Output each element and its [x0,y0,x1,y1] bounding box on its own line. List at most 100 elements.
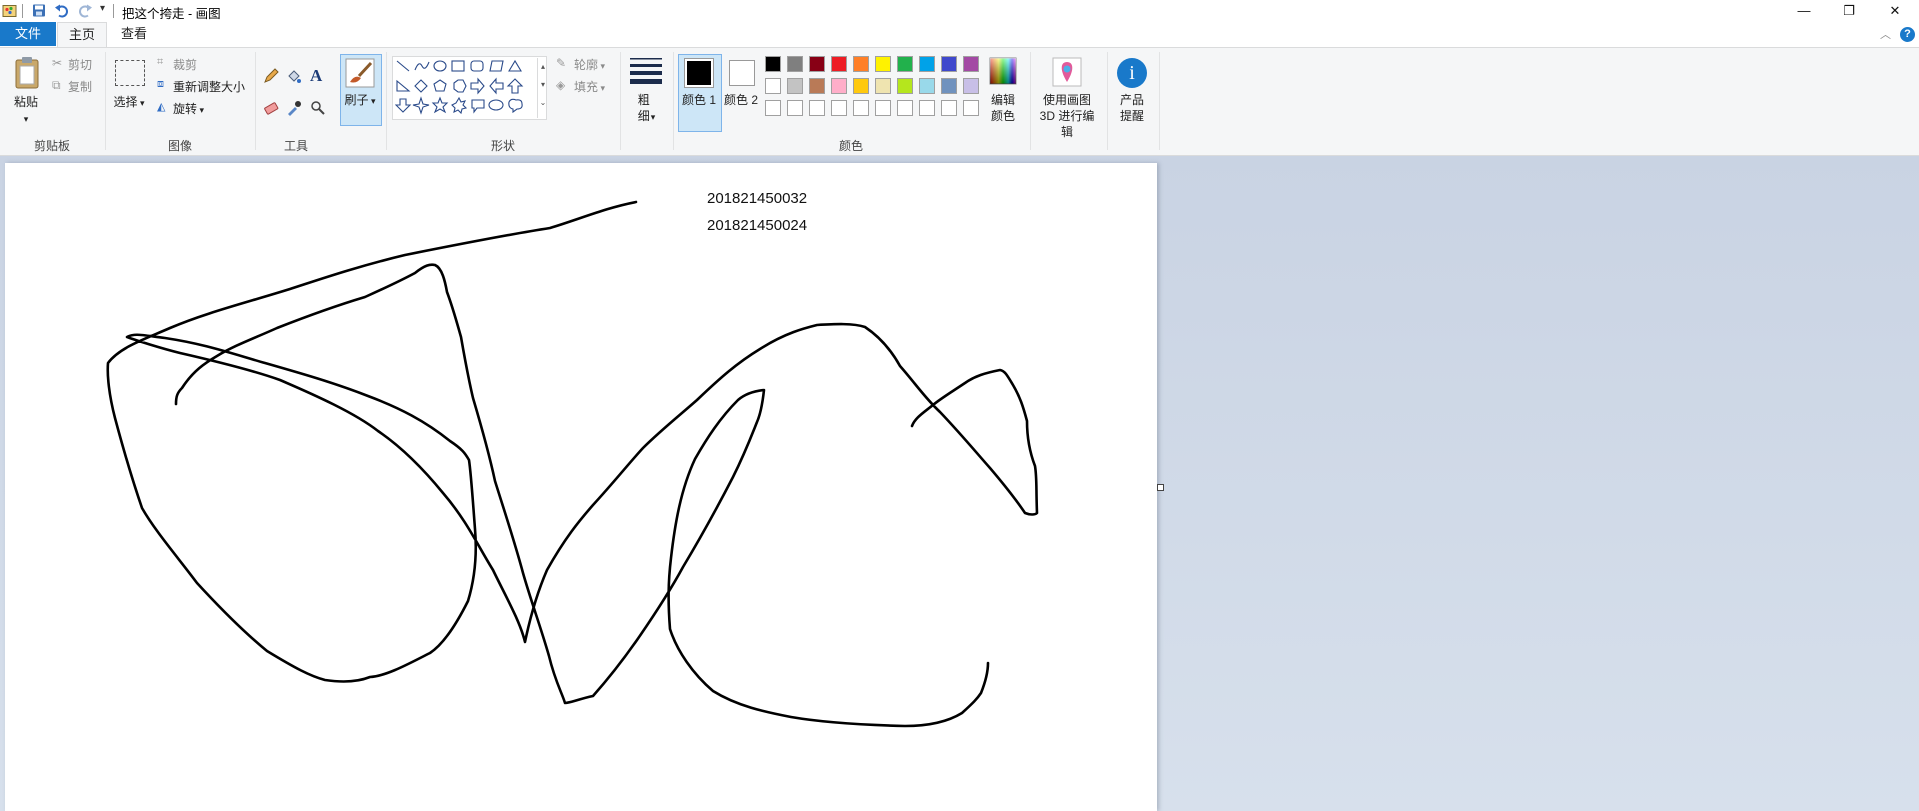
canvas-resize-handle[interactable] [1157,484,1164,491]
palette-swatch[interactable] [853,100,869,116]
group-separator [1107,52,1108,150]
outline-icon: ✎ [556,56,567,70]
palette-swatch[interactable] [941,100,957,116]
rotate-button[interactable]: 旋转 ▾ [173,100,204,117]
palette-swatch[interactable] [809,100,825,116]
collapse-ribbon-icon[interactable]: ︿ [1880,26,1891,42]
size-icon [630,58,662,84]
palette-swatch[interactable] [831,78,847,94]
redo-icon[interactable] [77,2,93,19]
separator [113,4,114,18]
title-bar: ▾ 把这个挎走 - 画图 — ❐ ✕ [0,0,1919,22]
freehand-drawing [106,200,1039,728]
resize-icon: ⧈ [157,78,164,90]
edit-colors-button[interactable]: 编辑颜色 [984,92,1022,124]
resize-button[interactable]: 重新调整大小 [173,78,245,95]
file-menu-tab[interactable]: 文件 [0,22,56,46]
tools-group-label: 工具 [283,139,308,153]
cut-icon: ✂ [52,56,63,70]
chevron-down-icon: ▾ [598,83,606,93]
palette-swatch[interactable] [765,78,781,94]
color2-label[interactable]: 颜色 2 [722,92,760,108]
palette-swatch[interactable] [875,78,891,94]
separator [22,4,23,18]
palette-swatch[interactable] [853,56,869,72]
clipboard-group-label: 剪贴板 [33,139,70,153]
color2-swatch-frame[interactable] [729,60,755,86]
fill-bucket-icon[interactable] [286,68,302,84]
brush-label-wrap: 刷子 ▾ [341,92,379,109]
palette-swatch[interactable] [941,78,957,94]
tab-home[interactable]: 主页 [57,22,107,47]
palette-swatch[interactable] [787,78,803,94]
palette-swatch[interactable] [919,56,935,72]
paint3d-button[interactable]: 使用画图 3D 进行编辑 [1034,92,1100,140]
palette-swatch[interactable] [809,78,825,94]
window-title: 把这个挎走 - 画图 [122,7,221,21]
chevron-down-icon: ▾ [197,105,205,115]
rotate-label: 旋转 [173,102,198,116]
rotate-icon: ◭ [157,101,166,113]
color-picker-icon[interactable] [286,100,302,116]
palette-swatch[interactable] [897,78,913,94]
crop-button[interactable]: 裁剪 [173,56,197,73]
paste-button[interactable]: 粘贴 ▾ [10,94,42,127]
outline-button[interactable]: 轮廓 ▾ [574,56,605,73]
chevron-down-icon: ▾ [137,98,145,108]
save-icon[interactable] [31,2,47,19]
restore-button[interactable]: ❐ [1826,0,1872,22]
undo-icon[interactable] [54,2,70,19]
palette-swatch[interactable] [897,100,913,116]
minimize-button[interactable]: — [1781,0,1827,22]
info-icon: i [1117,58,1147,88]
close-button[interactable]: ✕ [1872,0,1918,22]
palette-swatch[interactable] [963,78,979,94]
paint3d-label: 使用画图 3D 进行编辑 [1039,93,1095,139]
color2-swatch [732,63,752,83]
palette-swatch[interactable] [765,100,781,116]
palette-swatch[interactable] [875,100,891,116]
palette-swatch[interactable] [831,100,847,116]
paste-label: 粘贴 [13,95,38,109]
group-separator [105,52,106,150]
palette-swatch[interactable] [919,100,935,116]
product-alert-button[interactable]: 产品提醒 [1114,92,1150,124]
palette-swatch[interactable] [787,100,803,116]
select-button[interactable]: 选择 ▾ [112,94,146,111]
text-tool-icon[interactable]: A [310,66,322,86]
palette-swatch[interactable] [809,56,825,72]
menu-bar [0,22,1919,47]
fill-button[interactable]: 填充 ▾ [574,78,605,95]
color1-swatch [687,61,711,85]
palette-swatch[interactable] [919,78,935,94]
help-icon[interactable]: ? [1900,27,1915,42]
colors-group-label: 颜色 [838,139,863,153]
copy-button[interactable]: 复制 [68,78,92,95]
palette-swatch[interactable] [941,56,957,72]
edit-colors-icon [989,57,1017,85]
brush-label: 刷子 [344,93,369,107]
fill-label: 填充 [574,80,599,94]
size-button[interactable]: 粗细▾ [628,92,664,125]
palette-swatch[interactable] [787,56,803,72]
paint-app-icon [2,5,17,17]
palette-swatch[interactable] [897,56,913,72]
palette-swatch[interactable] [765,56,781,72]
customize-quick-access-icon[interactable]: ▾ [100,3,105,20]
palette-swatch[interactable] [853,78,869,94]
palette-swatch[interactable] [875,56,891,72]
palette-swatch[interactable] [963,56,979,72]
magnifier-icon[interactable] [310,100,326,116]
eraser-icon[interactable] [263,100,279,116]
chevron-down-icon: ▾ [23,114,29,124]
palette-swatch[interactable] [831,56,847,72]
paste-icon[interactable] [14,56,40,90]
select-icon [115,60,145,86]
fill-icon: ◈ [556,78,566,92]
drawing-canvas[interactable]: 201821450032 201821450024 [5,163,1157,811]
tab-view[interactable]: 查看 [110,22,158,46]
cut-button[interactable]: 剪切 [68,56,92,73]
palette-swatch[interactable] [963,100,979,116]
pencil-icon[interactable] [263,68,279,84]
shapes-scroll[interactable]: ▴ ▾ ⌄ [537,58,548,118]
